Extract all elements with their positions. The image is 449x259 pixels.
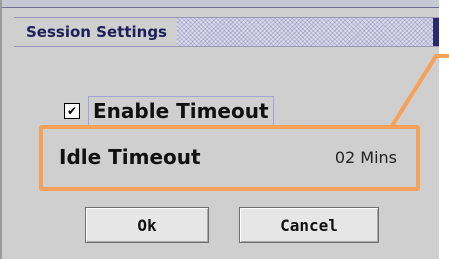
ok-button[interactable]: Ok (85, 207, 209, 243)
idle-timeout-highlight (39, 125, 420, 191)
checkmark-icon: ✔ (66, 104, 78, 118)
window-top-edge (2, 0, 439, 8)
cancel-button[interactable]: Cancel (239, 207, 379, 243)
dialog-title: Session Settings (14, 18, 177, 46)
enable-timeout-label[interactable]: Enable Timeout (88, 96, 274, 126)
enable-timeout-checkbox[interactable]: ✔ (64, 103, 80, 119)
enable-timeout-row[interactable]: ✔ Enable Timeout (64, 96, 274, 126)
title-bar[interactable]: Session Settings (14, 17, 439, 47)
title-bar-end (433, 18, 439, 46)
